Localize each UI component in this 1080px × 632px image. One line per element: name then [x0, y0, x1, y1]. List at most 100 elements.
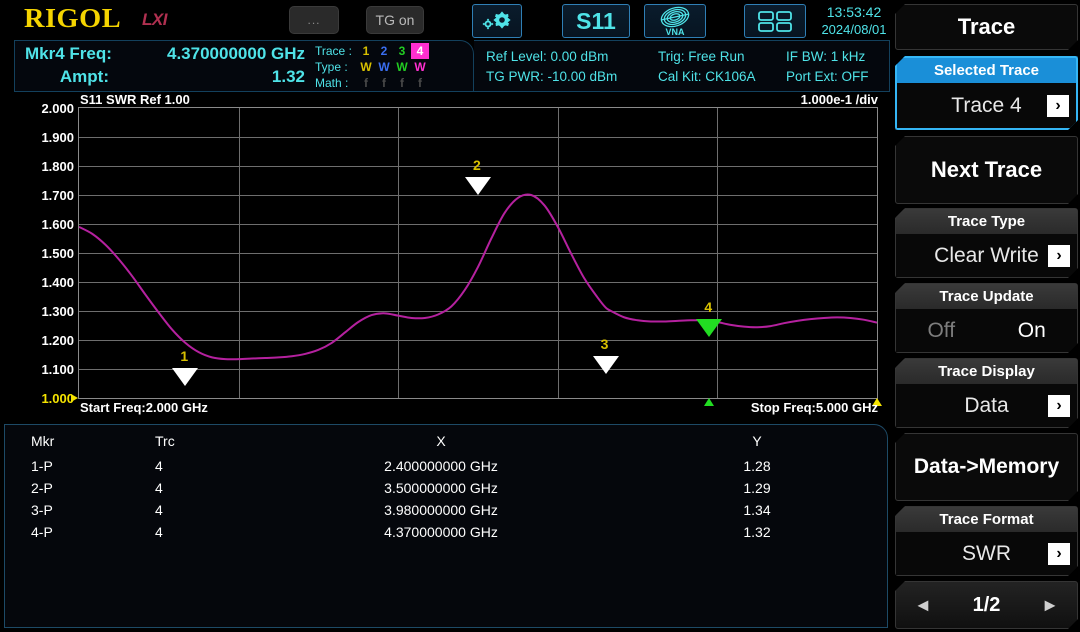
math-row: Math : f f f f — [315, 75, 429, 91]
y-tick-label: 1.400 — [4, 275, 74, 290]
per-division-label: 1.000e-1 /div — [801, 92, 878, 107]
marker-triangle-2[interactable] — [465, 177, 491, 195]
y-tick-label: 2.000 — [4, 101, 74, 116]
trace-format-header: Trace Format — [896, 507, 1077, 532]
menu-next-trace[interactable]: Next Trace — [895, 136, 1078, 204]
trace-type-header: Trace Type — [896, 209, 1077, 234]
trace-display-header: Trace Display — [896, 359, 1077, 384]
grid-icon-svg — [755, 9, 795, 33]
menu-pager[interactable]: ◄ 1/2 ► — [895, 581, 1078, 629]
cell-y: 1.28 — [627, 455, 887, 477]
tg-on-button[interactable]: TG on — [366, 6, 424, 34]
table-row[interactable]: 4-P44.370000000 GHz1.32 — [5, 521, 887, 543]
clock-time: 13:53:42 — [818, 4, 890, 21]
page-indicator: 1/2 — [973, 594, 1001, 617]
y-tick-label: 1.000 — [4, 391, 74, 406]
table-header-row: Mkr Trc X Y — [5, 425, 887, 455]
table-row[interactable]: 2-P43.500000000 GHz1.29 — [5, 477, 887, 499]
trace-cell-1[interactable]: 1 — [357, 43, 375, 59]
menu-trace-type[interactable]: Trace Type Clear Write › — [895, 208, 1078, 278]
marker-number-2: 2 — [473, 157, 481, 173]
s11-button[interactable]: S11 — [562, 4, 630, 38]
cell-x: 4.370000000 GHz — [255, 521, 627, 543]
stop-freq-label: Stop Freq:5.000 GHz — [751, 400, 878, 415]
gear-icon[interactable] — [472, 4, 522, 38]
trace-cell-3[interactable]: 3 — [393, 43, 411, 59]
trace-cell-4[interactable]: 4 — [411, 43, 429, 59]
math-cell-4: f — [411, 75, 429, 91]
table-row[interactable]: 1-P42.400000000 GHz1.28 — [5, 455, 887, 477]
trace-row: Trace : 1 2 3 4 — [315, 43, 429, 59]
y-tick-label: 1.900 — [4, 130, 74, 145]
trace-matrix: Trace : 1 2 3 4 Type : W W W W Math : f … — [315, 43, 429, 91]
trace-format-value-row[interactable]: SWR › — [896, 532, 1077, 575]
cell-mkr: 1-P — [5, 455, 115, 477]
vna-button[interactable]: VNA — [644, 4, 706, 38]
type-cell-4: W — [411, 59, 429, 75]
grid-icon[interactable] — [744, 4, 806, 38]
chevron-right-icon[interactable]: › — [1048, 245, 1070, 267]
trace-update-toggle[interactable]: Off On — [896, 309, 1077, 352]
chevron-right-icon[interactable]: ► — [1041, 595, 1059, 616]
chevron-left-icon[interactable]: ◄ — [914, 595, 932, 616]
menu-trace-update[interactable]: Trace Update Off On — [895, 283, 1078, 353]
cell-x: 3.980000000 GHz — [255, 499, 627, 521]
header-trc: Trc — [115, 425, 255, 455]
menu-title-trace[interactable]: Trace — [895, 4, 1078, 50]
port-ext-status: Port Ext: OFF — [786, 69, 869, 84]
pager-row[interactable]: ◄ 1/2 ► — [896, 582, 1077, 628]
cell-mkr: 2-P — [5, 477, 115, 499]
y-tick-label: 1.500 — [4, 246, 74, 261]
menu-trace-display[interactable]: Trace Display Data › — [895, 358, 1078, 428]
marker-readout-box: Mkr4 Freq: 4.370000000 GHz Ampt: 1.32 Tr… — [14, 40, 474, 92]
cell-trc: 4 — [115, 521, 255, 543]
status-box: Ref Level: 0.00 dBm TG PWR: -10.00 dBm T… — [474, 40, 890, 92]
type-cell-3: W — [393, 59, 411, 75]
rigol-logo: RIGOL — [24, 3, 121, 34]
chart-area: S11 SWR Ref 1.00 1.000e-1 /div 2.000 1.90… — [0, 92, 890, 422]
more-button[interactable]: ... — [289, 6, 339, 34]
marker-table-grid: Mkr Trc X Y 1-P42.400000000 GHz1.282-P43… — [5, 425, 887, 543]
math-row-label: Math : — [315, 75, 357, 91]
trace-update-off[interactable]: Off — [896, 319, 987, 343]
if-bw-status: IF BW: 1 kHz — [786, 49, 865, 64]
chart-title: S11 SWR Ref 1.00 — [80, 92, 190, 107]
cal-kit-status: Cal Kit: CK106A — [658, 69, 756, 84]
marker-triangle-4[interactable] — [696, 319, 722, 337]
header-y: Y — [627, 425, 887, 455]
plot-canvas[interactable]: 1234 — [78, 107, 878, 399]
chevron-right-icon[interactable]: › — [1047, 95, 1069, 117]
trace-display-value-row[interactable]: Data › — [896, 384, 1077, 427]
selected-trace-header: Selected Trace — [897, 58, 1076, 83]
ref-level-status: Ref Level: 0.00 dBm — [486, 49, 608, 64]
y-tick-label: 1.300 — [4, 304, 74, 319]
marker-triangle-3[interactable] — [593, 356, 619, 374]
menu-trace-format[interactable]: Trace Format SWR › — [895, 506, 1078, 576]
trace-update-value-row[interactable]: Off On — [896, 309, 1077, 352]
trace-cell-2[interactable]: 2 — [375, 43, 393, 59]
side-menu: Trace Selected Trace Trace 4 › Next Trac… — [893, 0, 1080, 632]
menu-selected-trace[interactable]: Selected Trace Trace 4 › — [895, 56, 1078, 130]
cell-trc: 4 — [115, 499, 255, 521]
trace-type-value-row[interactable]: Clear Write › — [896, 234, 1077, 277]
table-row[interactable]: 3-P43.980000000 GHz1.34 — [5, 499, 887, 521]
menu-data-to-memory[interactable]: Data->Memory — [895, 433, 1078, 501]
chevron-right-icon[interactable]: › — [1048, 395, 1070, 417]
y-tick-label: 1.800 — [4, 159, 74, 174]
cell-trc: 4 — [115, 477, 255, 499]
marker-number-4: 4 — [704, 299, 712, 315]
math-cell-2: f — [375, 75, 393, 91]
trace-update-on[interactable]: On — [987, 319, 1078, 343]
selected-trace-value-row[interactable]: Trace 4 › — [897, 83, 1076, 128]
vna-icon — [653, 6, 697, 28]
marker-triangle-1[interactable] — [172, 368, 198, 386]
type-cell-1: W — [357, 59, 375, 75]
cell-y: 1.32 — [627, 521, 887, 543]
y-tick-label: 1.600 — [4, 217, 74, 232]
axis-marker-tick — [704, 398, 714, 406]
vna-label: VNA — [665, 27, 684, 37]
chevron-right-icon[interactable]: › — [1048, 543, 1070, 565]
tg-pwr-status: TG PWR: -10.00 dBm — [486, 69, 617, 84]
math-cell-1: f — [357, 75, 375, 91]
start-freq-label: Start Freq:2.000 GHz — [80, 400, 208, 415]
